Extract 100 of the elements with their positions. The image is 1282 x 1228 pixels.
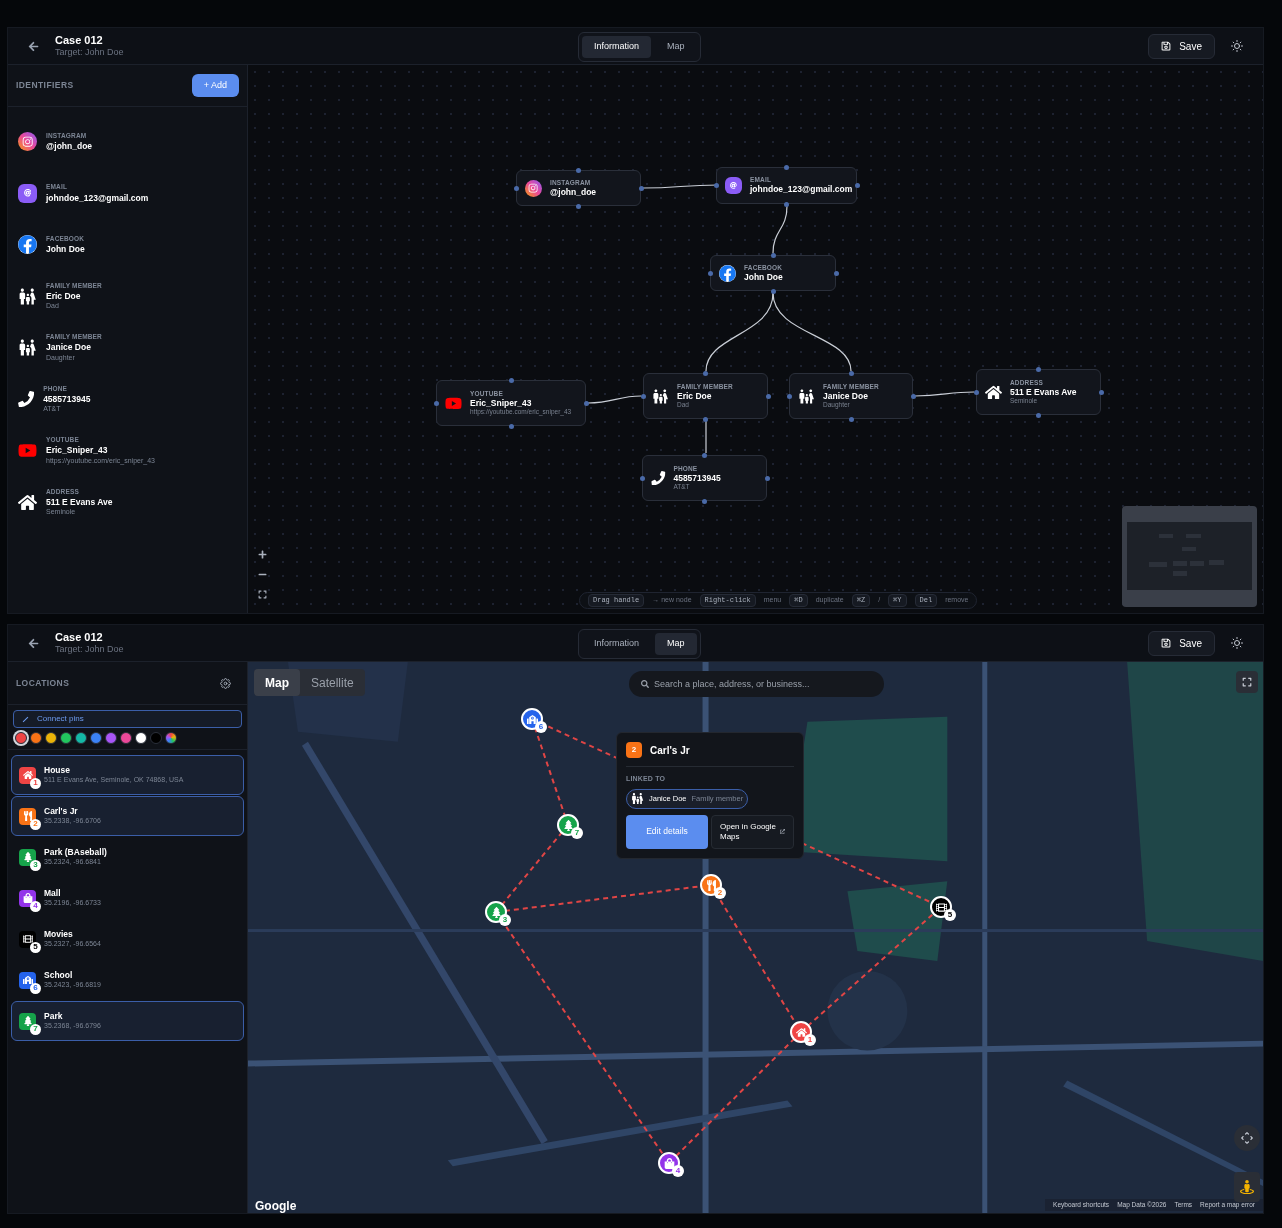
connection-handle[interactable] [1036,366,1041,372]
connection-handle[interactable] [576,167,581,173]
connection-handle[interactable] [713,183,719,188]
connection-handle[interactable] [583,400,589,406]
connection-handle[interactable] [576,203,581,209]
edge-line [587,395,642,404]
back-icon[interactable] [28,40,39,52]
connection-handle[interactable] [973,389,979,395]
node-value: @john_doe [550,186,597,198]
node-value: Eric_Sniper_43 [470,397,533,409]
facebook-icon [719,264,736,282]
pin-number: 2 [626,742,642,758]
connection-handle[interactable] [854,183,860,188]
color-swatch[interactable] [120,732,132,744]
connection-handle[interactable] [784,201,789,207]
connection-handle[interactable] [707,270,713,276]
view-tab[interactable]: Information [582,633,652,655]
connection-handle[interactable] [910,393,916,399]
shopping-bag-icon [22,893,33,903]
pin-number: 7 [571,827,583,839]
connection-handle[interactable] [508,423,514,429]
color-swatch[interactable] [15,732,27,744]
family-icon [798,387,815,405]
connection-handle[interactable] [764,475,770,481]
connection-handle[interactable] [640,393,646,399]
school-icon [22,975,33,985]
connection-handle[interactable] [770,288,776,294]
connection-handle[interactable] [508,377,514,383]
save-button[interactable]: Save [1148,33,1215,59]
location-name: Park [44,1011,64,1022]
instagram-icon [18,132,37,152]
connection-handle[interactable] [703,370,708,376]
edge-line [914,391,975,397]
save-button[interactable]: Save [1148,630,1215,656]
identifier-value: 511 E Evans Ave [46,496,113,508]
case-subtitle: Target: John Doe [55,644,124,656]
connection-handle[interactable] [848,370,854,376]
connection-handle[interactable] [702,452,707,458]
connection-handle[interactable] [513,185,519,191]
view-tab[interactable]: Information [582,36,652,58]
connection-handle[interactable] [770,252,776,258]
house-icon [795,1026,807,1038]
node-value: 4585713945 [673,472,721,484]
view-tab[interactable]: Map [655,36,697,58]
family-icon [18,338,37,358]
connection-handle[interactable] [1098,389,1104,395]
location-name: School [44,970,74,981]
pin-number: 7 [30,1023,41,1035]
identifier-value: johndoe_123@gmail.com [46,192,149,204]
color-swatch[interactable] [105,732,117,744]
connection-handle[interactable] [433,400,439,406]
connection-handle[interactable] [702,498,707,504]
connection-handle[interactable] [784,164,789,170]
connection-handle[interactable] [765,393,771,399]
map-type-tab[interactable]: Map [254,669,300,696]
map-type-tab[interactable]: Satellite [300,669,365,696]
connection-handle[interactable] [786,393,792,399]
location-name: Park (BAseball) [44,847,107,858]
street-view-button[interactable] [1234,1172,1260,1202]
search-icon [641,680,649,688]
pin-number: 4 [30,900,41,912]
connection-handle[interactable] [848,416,854,422]
connection-handle[interactable] [638,185,644,191]
at-sign-icon [18,183,37,203]
location-name: Mall [44,888,62,899]
node-value: John Doe [744,271,783,283]
connect-pins-button[interactable]: Connect pins [13,710,242,728]
house-icon [22,770,33,780]
color-swatch[interactable] [150,732,162,744]
zoom-in-icon[interactable] [258,550,267,559]
fit-view-icon[interactable] [258,590,267,599]
sun-icon[interactable] [1231,637,1243,649]
color-swatch[interactable] [135,732,147,744]
tree-icon [22,1016,33,1026]
pin-number: 6 [30,982,41,994]
back-icon[interactable] [28,637,39,649]
open-maps-button[interactable]: Open in Google Maps [711,814,794,849]
connection-handle[interactable] [639,475,645,481]
move-arrows-icon [1239,1130,1255,1146]
case-title: Case 012 [55,630,104,645]
fullscreen-icon [1242,677,1252,687]
edge-line [772,205,788,254]
search-field[interactable]: Search a place, address, or business... [629,671,884,697]
color-swatch[interactable] [30,732,42,744]
view-tab[interactable]: Map [655,633,697,655]
color-swatch[interactable] [45,732,57,744]
color-swatch[interactable] [90,732,102,744]
location-name: Carl's Jr [44,806,79,817]
color-swatch[interactable] [75,732,87,744]
settings-icon[interactable] [220,677,231,689]
connection-handle[interactable] [1036,412,1041,418]
connection-handle[interactable] [833,270,839,276]
color-swatch[interactable] [60,732,72,744]
connection-handle[interactable] [703,416,708,422]
facebook-icon [18,235,37,255]
sun-icon[interactable] [1231,40,1243,52]
location-name: Movies [44,929,74,940]
fork-knife-icon [22,811,33,821]
color-swatch[interactable] [165,732,177,744]
fullscreen-button[interactable] [1236,671,1258,693]
